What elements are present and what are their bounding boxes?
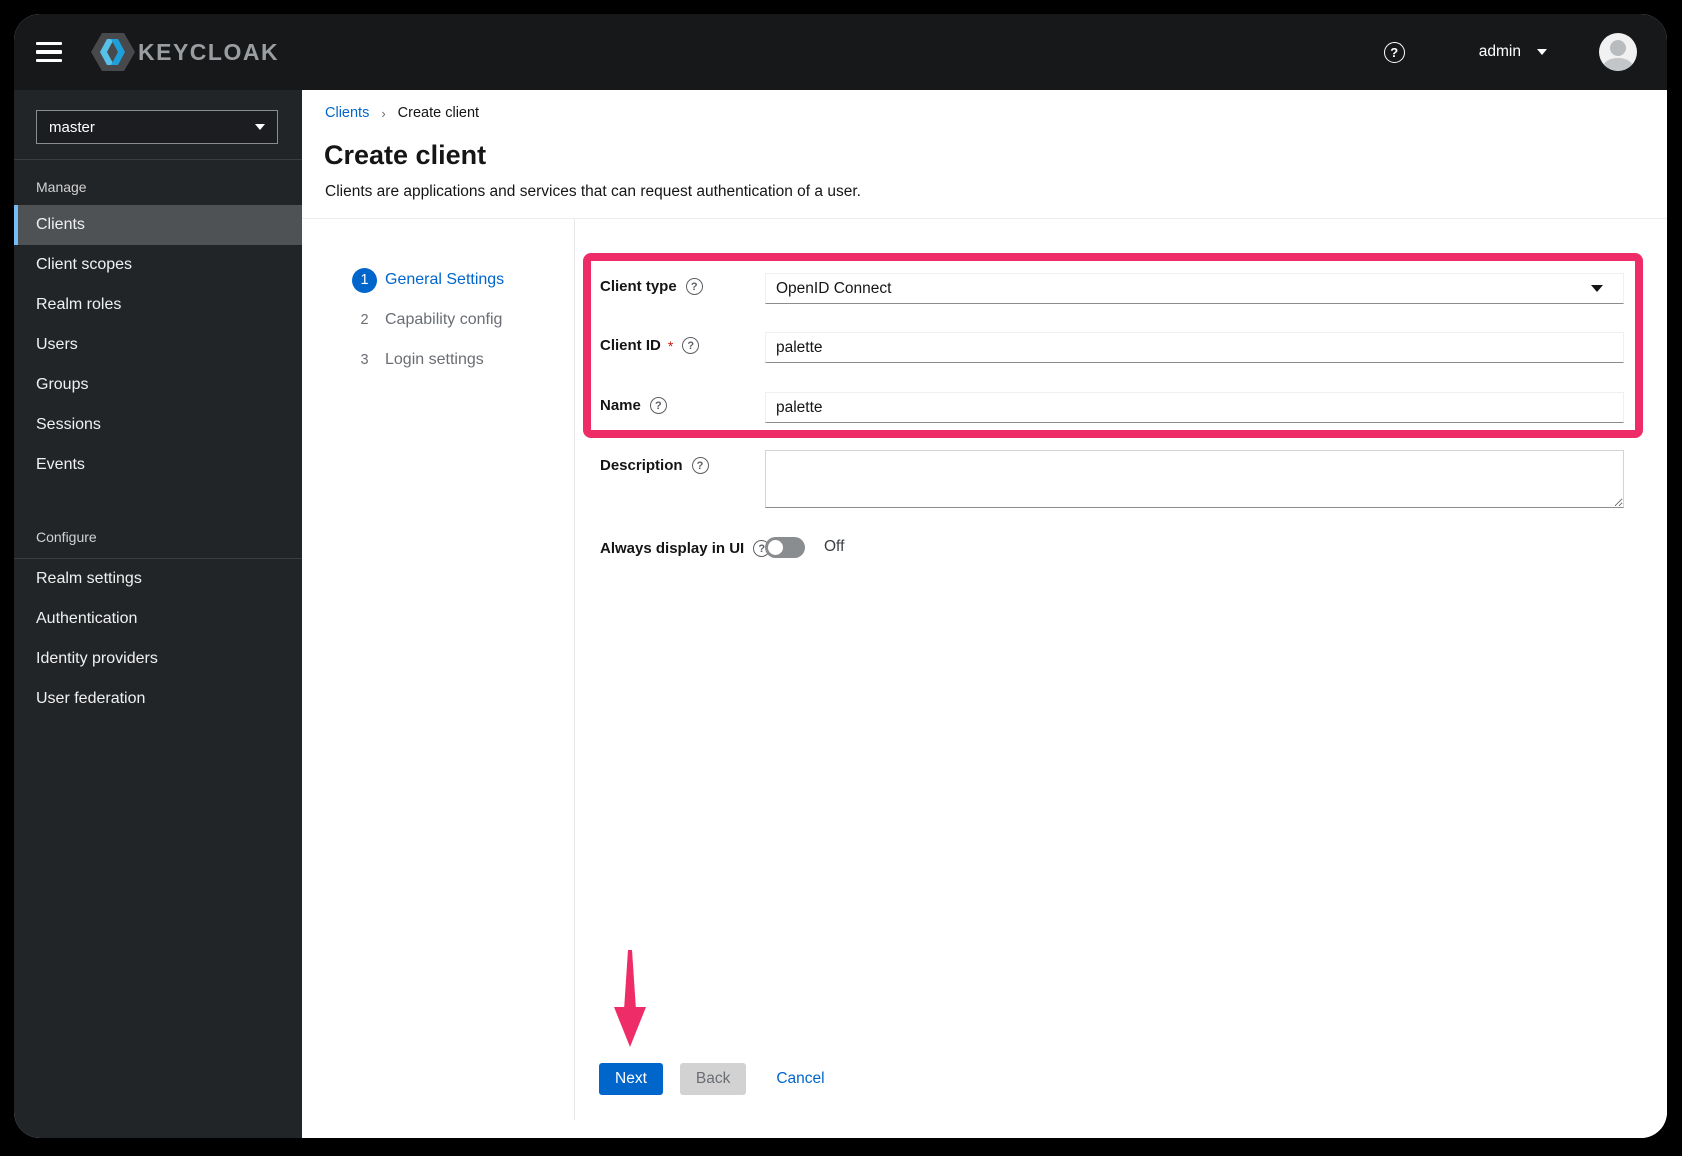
help-icon[interactable]: ? [682,337,700,354]
main-content: Clients › Create client Create client Cl… [302,90,1667,1138]
name-input[interactable] [765,392,1624,423]
help-icon[interactable]: ? [1383,41,1405,63]
sidebar-item-realm-roles[interactable]: Realm roles [14,285,302,325]
breadcrumb: Clients › Create client [325,105,479,121]
client-id-input[interactable] [765,332,1624,363]
client-id-label: Client ID [600,337,661,354]
step-capability-config[interactable]: 2 Capability config [352,300,504,340]
always-display-label-row: Always display in UI ? [600,540,771,557]
required-asterisk: * [667,337,674,354]
name-label: Name [600,397,641,414]
realm-selector[interactable]: master [36,110,278,144]
masthead: KEYCLOAK ? admin [14,14,1667,90]
chevron-down-icon [1537,49,1547,55]
avatar[interactable] [1599,33,1637,71]
client-type-label-row: Client type ? [600,278,703,295]
step-number: 3 [360,352,369,368]
sidebar-item-authentication[interactable]: Authentication [14,599,302,639]
sidebar-divider [14,159,302,160]
user-menu[interactable]: admin [1479,43,1547,61]
nav-section-configure: Configure [36,529,97,545]
step-number: 2 [360,312,369,328]
always-display-toggle[interactable] [765,537,805,558]
client-type-label: Client type [600,278,677,295]
step-label: Login settings [385,351,484,368]
client-id-label-row: Client ID * ? [600,337,700,354]
breadcrumb-current: Create client [397,105,480,121]
chevron-down-icon [1591,285,1603,292]
page-title: Create client [324,140,487,170]
toggle-state-label: Off [824,538,845,555]
name-label-row: Name ? [600,397,667,414]
page-subtitle: Clients are applications and services th… [325,183,861,200]
description-label-row: Description ? [600,457,709,474]
always-display-label: Always display in UI [600,540,745,557]
step-general-settings[interactable]: 1 General Settings [352,260,504,300]
wizard-steps: 1 General Settings 2 Capability config 3… [352,260,504,380]
help-icon[interactable]: ? [685,278,703,295]
breadcrumb-separator-icon: › [381,105,386,121]
sidebar-item-groups[interactable]: Groups [14,365,302,405]
hamburger-menu-icon[interactable] [36,42,62,62]
description-label: Description [600,457,683,474]
app-window: KEYCLOAK ? admin master Manage Clients C… [14,14,1667,1138]
breadcrumb-clients-link[interactable]: Clients [325,105,369,121]
brand-text: KEYCLOAK [138,38,280,65]
client-type-value: OpenID Connect [776,279,892,297]
help-icon[interactable]: ? [649,397,667,414]
nav-section-manage: Manage [36,179,87,195]
cancel-button[interactable]: Cancel [776,1070,824,1088]
keycloak-logo-icon [91,33,135,71]
sidebar-item-sessions[interactable]: Sessions [14,405,302,445]
arrow-down-annotation [614,950,646,1047]
sidebar-item-users[interactable]: Users [14,325,302,365]
realm-selector-value: master [49,118,95,136]
step-number: 1 [352,267,377,293]
sidebar-item-realm-settings[interactable]: Realm settings [14,559,302,599]
client-type-select[interactable]: OpenID Connect [765,273,1624,304]
wizard-divider [574,219,575,1120]
sidebar-item-identity-providers[interactable]: Identity providers [14,639,302,679]
step-label: General Settings [385,271,505,288]
keycloak-logo: KEYCLOAK [90,31,279,73]
wizard-footer: Next Back Cancel [599,1063,825,1095]
header-divider [302,218,1667,219]
step-label: Capability config [385,311,503,328]
sidebar: master Manage Clients Client scopes Real… [14,90,302,1138]
sidebar-item-clients[interactable]: Clients [14,205,302,245]
back-button[interactable]: Back [679,1063,747,1095]
sidebar-item-user-federation[interactable]: User federation [14,679,302,719]
help-icon[interactable]: ? [691,457,709,474]
configure-nav-group: Realm settings Authentication Identity p… [14,559,302,719]
sidebar-item-events[interactable]: Events [14,445,302,485]
sidebar-item-client-scopes[interactable]: Client scopes [14,245,302,285]
manage-nav-group: Clients Client scopes Realm roles Users … [14,205,302,485]
user-name: admin [1478,43,1521,60]
description-textarea[interactable] [765,450,1624,508]
chevron-down-icon [255,124,265,130]
step-login-settings[interactable]: 3 Login settings [352,340,504,380]
next-button[interactable]: Next [599,1063,663,1095]
